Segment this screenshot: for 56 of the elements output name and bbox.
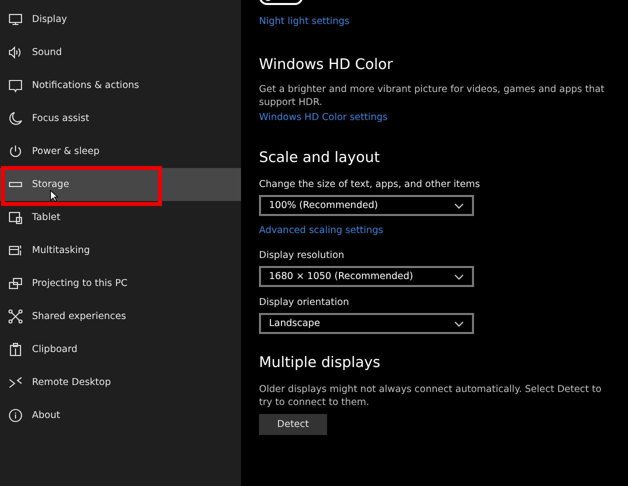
sidebar-item[interactable]: About <box>0 399 241 432</box>
sidebar-label: Notifications & actions <box>32 80 140 91</box>
sidebar-label: Focus assist <box>32 113 90 124</box>
sidebar-label: Shared experiences <box>32 311 126 322</box>
monitor-icon <box>8 12 23 27</box>
chevron-down-icon <box>454 202 464 208</box>
sidebar-item[interactable]: Sound <box>0 36 241 69</box>
sidebar-item[interactable]: Multitasking <box>0 234 241 267</box>
remote-icon <box>8 375 23 390</box>
sidebar-item[interactable]: Projecting to this PC <box>0 267 241 300</box>
tablet-icon <box>8 210 23 225</box>
sidebar-item[interactable]: Focus assist <box>0 102 241 135</box>
power-icon <box>8 144 23 159</box>
sidebar-item[interactable]: Tablet <box>0 201 241 234</box>
screens-icon <box>8 276 23 291</box>
sidebar-item[interactable]: Shared experiences <box>0 300 241 333</box>
clipboard-icon <box>8 342 23 357</box>
scale-dropdown[interactable]: 100% (Recommended) <box>259 195 474 216</box>
sidebar-item[interactable]: Clipboard <box>0 333 241 366</box>
speech-bubble-icon <box>8 78 23 93</box>
field-label: Display resolution <box>259 250 346 261</box>
multitasking-icon <box>8 243 23 258</box>
field-label: Change the size of text, apps, and other items <box>259 179 481 190</box>
section-heading: Windows HD Color <box>259 57 394 73</box>
sidebar-label: About <box>32 410 60 421</box>
sidebar-item[interactable]: Remote Desktop <box>0 366 241 399</box>
sidebar-label: Sound <box>32 47 62 58</box>
sidebar-label: Tablet <box>32 212 60 223</box>
sidebar-label: Storage <box>32 179 70 190</box>
section-description: Older displays might not always connect automatically. Select Detect to try to connect to them. <box>259 383 602 409</box>
section-heading: Multiple displays <box>259 355 382 371</box>
section-description: Get a brighter and more vibrant picture for videos, games and apps that support HDR. <box>259 83 606 109</box>
field-label: Display orientation <box>259 297 350 308</box>
sidebar-item[interactable]: Display <box>0 3 241 36</box>
speaker-icon <box>8 45 23 60</box>
detect-button[interactable]: Detect <box>259 414 327 435</box>
info-icon <box>8 408 23 423</box>
sidebar-label: Display <box>32 14 68 25</box>
sidebar-label: Multitasking <box>32 245 90 256</box>
resolution-dropdown[interactable]: 1680 × 1050 (Recommended) <box>259 266 474 287</box>
moon-icon <box>8 111 23 126</box>
advanced-scaling-link[interactable]: Advanced scaling settings <box>259 225 628 236</box>
cursor-icon <box>50 190 58 202</box>
chevron-down-icon <box>454 274 464 280</box>
sidebar-label: Remote Desktop <box>32 377 111 388</box>
sidebar-label: Projecting to this PC <box>32 278 128 289</box>
network-icon <box>8 309 23 324</box>
sidebar-label: Power & sleep <box>32 146 100 157</box>
sidebar-label: Clipboard <box>32 344 78 355</box>
chevron-down-icon <box>454 320 464 326</box>
orientation-dropdown[interactable]: Landscape <box>259 313 474 334</box>
hd-color-link[interactable]: Windows HD Color settings <box>259 112 628 123</box>
sidebar-item[interactable]: Notifications & actions <box>0 69 241 102</box>
sidebar-item[interactable]: Power & sleep <box>0 135 241 168</box>
section-heading: Scale and layout <box>259 150 381 166</box>
night-light-link[interactable]: Night light settings <box>259 16 628 27</box>
